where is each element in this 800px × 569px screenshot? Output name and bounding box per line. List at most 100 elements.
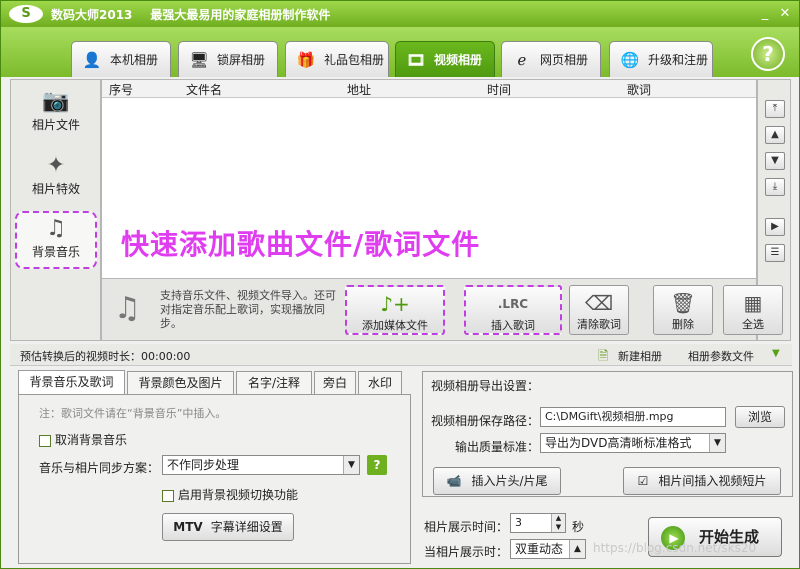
add-music-icon: ♪+: [380, 292, 410, 316]
checkbox[interactable]: [39, 434, 51, 447]
insert-video-clip-button[interactable]: ☑ 相片间插入视频短片: [623, 467, 781, 495]
trash-icon: 🗑: [670, 291, 696, 315]
sidebar-item-photo-effects[interactable]: ✦ 相片特效: [15, 150, 97, 208]
list-header: 序号 文件名 地址 时间 歌词: [102, 80, 756, 98]
subtitle-settings-button[interactable]: MTV 字幕详细设置: [162, 513, 294, 541]
music-note: 注：歌词文件请在“背景音乐”中插入。: [39, 407, 227, 420]
help-icon[interactable]: ?: [367, 455, 387, 475]
tab-label: 本机相册: [110, 53, 159, 67]
tab-background[interactable]: 背景颜色及图片: [127, 371, 234, 394]
move-top-icon[interactable]: ⤒: [765, 100, 785, 118]
move-bottom-icon[interactable]: ⤓: [765, 178, 785, 196]
close-button[interactable]: ✕: [777, 6, 793, 22]
chevron-down-icon: ▼: [343, 456, 359, 474]
action-hint: 支持音乐文件、视频文件导入。还可对指定音乐配上歌词，实现播放同步。: [160, 289, 336, 330]
button-label: 删除: [672, 318, 694, 331]
column-header[interactable]: 时间: [487, 81, 511, 98]
status-bar: 预估转换后的视频时长：00:00:00 🗎 新建相册 相册参数文件 ▼: [10, 344, 792, 366]
export-title: 视频相册导出设置：: [431, 379, 540, 393]
checkbox[interactable]: [162, 489, 174, 502]
tab-gift-album[interactable]: 🎁 礼品包相册: [285, 41, 389, 77]
column-header[interactable]: 地址: [347, 81, 371, 98]
tab-label: 视频相册: [434, 53, 483, 67]
button-label: 添加媒体文件: [362, 319, 428, 332]
tab-music-lyrics[interactable]: 背景音乐及歌词: [18, 370, 125, 395]
enable-switch-checkbox[interactable]: 启用背景视频切换功能: [162, 486, 298, 503]
tab-upgrade-register[interactable]: 🌐 升级和注册: [609, 41, 713, 77]
export-group: 视频相册导出设置： 视频相册保存路径： C:\DMGift\视频相册.mpg 浏…: [422, 371, 793, 497]
chevron-down-icon[interactable]: ▼: [772, 348, 780, 359]
album-params-link[interactable]: 相册参数文件: [688, 348, 754, 364]
duration-text: 预估转换后的视频时长：00:00:00: [20, 350, 191, 363]
tab-narration[interactable]: 旁白: [314, 371, 356, 394]
add-media-file-button[interactable]: ♪+ 添加媒体文件: [345, 285, 445, 335]
tab-watermark[interactable]: 水印: [358, 371, 402, 394]
new-album-link[interactable]: 新建相册: [618, 348, 662, 364]
export-settings: 视频相册导出设置： 视频相册保存路径： C:\DMGift\视频相册.mpg 浏…: [422, 371, 793, 564]
minimize-button[interactable]: _: [757, 6, 773, 22]
tab-web-album[interactable]: ℯ 网页相册: [501, 41, 601, 77]
column-header[interactable]: 歌词: [627, 81, 651, 98]
tab-lockscreen-album[interactable]: 🖥 锁屏相册: [178, 41, 278, 77]
column-header[interactable]: 序号: [109, 81, 133, 98]
sidebar-item-label: 相片文件: [31, 118, 80, 132]
time-unit: 秒: [572, 520, 585, 534]
delete-button[interactable]: 🗑 删除: [653, 285, 713, 335]
button-label: 插入歌词: [491, 319, 535, 332]
move-up-icon[interactable]: ▲: [765, 126, 785, 144]
film-icon: 🎞: [406, 50, 426, 69]
title-bar: S 数码大师2013 最强大最易用的家庭相册制作软件 _ ✕: [1, 1, 799, 27]
app-slogan: 最强大最易用的家庭相册制作软件: [150, 7, 331, 22]
music-panel: 注：歌词文件请在“背景音乐”中插入。 取消背景音乐 音乐与相片同步方案： 不作同…: [18, 394, 411, 564]
button-label: 字幕详细设置: [210, 520, 283, 534]
tab-names[interactable]: 名字/注释: [236, 371, 312, 394]
tab-local-album[interactable]: 👤 本机相册: [71, 41, 171, 77]
sidebar-item-photo-files[interactable]: 📷 相片文件: [15, 86, 97, 144]
music-note-icon: ♫: [114, 291, 141, 326]
tab-label: 升级和注册: [648, 53, 709, 67]
display-mode-label: 当相片展示时：: [424, 545, 509, 559]
sync-select[interactable]: 不作同步处理 ▼: [162, 455, 360, 475]
display-time-spinner[interactable]: 3 ▲ ▼: [510, 513, 566, 533]
display-mode-select[interactable]: 双重动态 ▲: [510, 539, 586, 559]
video-camera-icon: 📹: [446, 474, 462, 488]
person-icon: 👤: [82, 50, 102, 69]
select-all-button[interactable]: ▦ 全选: [723, 285, 783, 335]
document-icon[interactable]: ☰: [765, 244, 785, 262]
button-label: 清除歌词: [577, 318, 621, 331]
insert-head-tail-button[interactable]: 📹 插入片头/片尾: [433, 467, 561, 495]
play-icon[interactable]: ▶: [765, 218, 785, 236]
new-document-icon: 🗎: [598, 349, 609, 364]
globe-icon: 🌐: [620, 50, 640, 69]
save-path-field[interactable]: C:\DMGift\视频相册.mpg: [540, 407, 726, 427]
chevron-down-icon: ▲: [569, 540, 585, 558]
quality-select[interactable]: 导出为DVD高清晰标准格式 ▼: [540, 433, 726, 453]
watermark: https://blog.csdn.net/sks20: [593, 541, 757, 555]
browse-button[interactable]: 浏览: [735, 406, 785, 428]
camera-icon: 📷: [42, 89, 70, 114]
insert-lyrics-button[interactable]: .LRC 插入歌词: [464, 285, 562, 335]
music-note-icon: ♫: [46, 216, 66, 241]
gift-icon: 🎁: [296, 50, 316, 69]
display-time-label: 相片展示时间：: [424, 520, 509, 534]
column-header[interactable]: 文件名: [186, 81, 222, 98]
button-label: 全选: [742, 318, 764, 331]
move-down-icon[interactable]: ▼: [765, 152, 785, 170]
select-value: 不作同步处理: [167, 458, 240, 472]
button-label: 插入片头/片尾: [471, 474, 548, 488]
action-bar: ♫ 支持音乐文件、视频文件导入。还可对指定音乐配上歌词，实现播放同步。 ♪+ 添…: [101, 279, 783, 341]
sync-label: 音乐与相片同步方案：: [39, 461, 160, 475]
help-button[interactable]: ?: [751, 37, 785, 71]
tab-video-album[interactable]: 🎞 视频相册: [395, 41, 495, 77]
cancel-music-checkbox[interactable]: 取消背景音乐: [39, 431, 127, 448]
monitor-icon: 🖥: [189, 50, 209, 69]
sidebar-item-background-music[interactable]: ♫ 背景音乐: [15, 211, 97, 269]
tab-label: 锁屏相册: [217, 53, 266, 67]
tab-label: 网页相册: [540, 53, 589, 67]
quality-label: 输出质量标准：: [455, 440, 540, 454]
clear-lyrics-button[interactable]: ⌫ 清除歌词: [569, 285, 629, 335]
checkbox-label: 启用背景视频切换功能: [178, 488, 299, 502]
spinner-arrows-icon[interactable]: ▲ ▼: [551, 514, 565, 532]
music-settings: 背景音乐及歌词 背景颜色及图片 名字/注释 旁白 水印 注：歌词文件请在“背景音…: [18, 370, 411, 564]
eraser-icon: ⌫: [584, 291, 614, 315]
